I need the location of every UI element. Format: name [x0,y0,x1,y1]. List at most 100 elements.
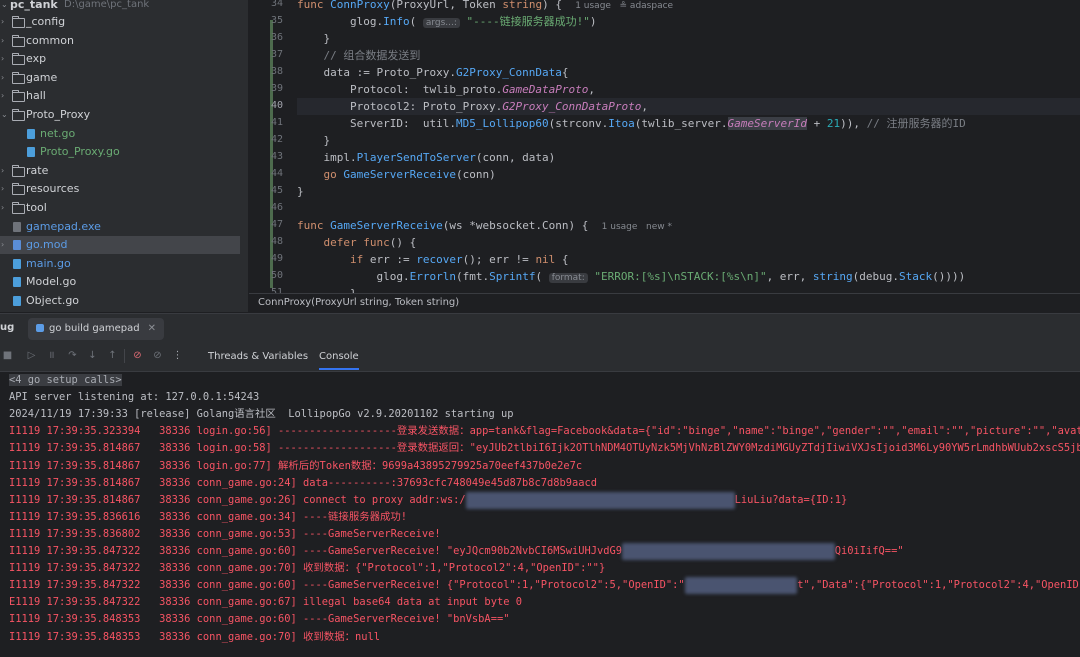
breadcrumb-function[interactable]: ConnProxy(ProxyUrl string, Token string) [258,297,459,308]
tree-item-label: Object.go [26,294,80,307]
code-line[interactable]: func GameServerReceive(ws *websocket.Con… [297,217,672,234]
resume-icon[interactable]: ▷ [26,350,37,361]
console-line: I1119 17:39:35.323394 38336 login.go:56]… [9,425,1080,438]
code-line[interactable]: glog.Errorln(fmt.Sprintf( format: "ERROR… [297,268,965,285]
close-icon[interactable]: ✕ [148,323,156,334]
tree-item-label: tool [26,201,47,214]
code-line[interactable]: data := Proto_Proxy.G2Proxy_ConnData{ [297,64,568,81]
line-number: 38 [270,66,283,77]
code-line[interactable]: impl.PlayerSendToServer(conn, data) [297,149,555,166]
tree-item[interactable]: › rate [0,162,248,180]
mute-breakpoints-icon[interactable]: ⊘ [152,350,163,361]
setup-calls-folding[interactable]: <4 go setup calls> [9,374,122,386]
chevron-right-icon[interactable]: › [1,162,4,180]
go-file-icon [27,128,35,139]
chevron-right-icon[interactable]: › [1,69,4,87]
tree-item-label: Proto_Proxy.go [40,145,120,159]
line-number: 35 [270,15,283,26]
chevron-right-icon[interactable]: › [1,87,4,105]
tree-item-label: common [26,33,74,47]
chevron-right-icon[interactable]: › [1,50,4,68]
console-line: I1119 17:39:35.848353 38336 conn_game.go… [9,613,510,626]
project-name: pc_tank [10,0,58,11]
tree-item-label: _config [26,15,66,28]
folder-icon [12,90,25,103]
console-line: I1119 17:39:35.814867 38336 conn_game.go… [9,476,598,489]
stop-icon[interactable]: ■ [2,350,13,361]
console-output[interactable]: <4 go setup calls> API server listening a… [0,372,1080,657]
chevron-down-icon[interactable]: ⌄ [1,0,8,14]
console-line: I1119 17:39:35.814867 38336 login.go:77]… [9,459,583,472]
tab-console[interactable]: Console [319,343,359,370]
code-line[interactable]: ServerID: util.MD5_Lollipop60(strconv.It… [297,115,966,132]
tree-item[interactable]: › game [0,69,248,87]
tree-item[interactable]: gamepad.exe [0,218,248,236]
tree-item[interactable]: Proto_Proxy.go [0,143,248,161]
tab-threads-variables[interactable]: Threads & Variables [208,343,308,370]
code-line[interactable]: if err := recover(); err != nil { [297,251,569,268]
line-number: 39 [270,83,283,94]
go-icon [36,324,44,332]
chevron-right-icon[interactable]: › [1,199,4,217]
code-line[interactable]: } [297,285,357,293]
code-line[interactable]: } [297,183,304,200]
code-line[interactable]: glog.Info( args...: "----链接服务器成功!") [297,13,597,30]
debug-tool-window-header: ug go build gamepad ✕ [0,313,1080,344]
chevron-right-icon[interactable]: › [1,13,4,31]
chevron-right-icon[interactable]: › [1,32,4,50]
chevron-right-icon[interactable]: › [1,180,4,198]
tree-item[interactable]: › go.mod [0,236,240,255]
tree-item[interactable]: › exp [0,50,248,68]
line-number: 46 [270,202,283,213]
code-editor[interactable]: 34 func ConnProxy(ProxyUrl, Token string)… [249,0,1080,293]
folder-icon [12,183,25,196]
line-number: 49 [270,253,283,264]
project-path: D:\game\pc_tank [64,0,150,10]
go-file-icon [13,296,21,306]
step-over-icon[interactable]: ↷ [67,350,78,361]
tree-item[interactable]: net.go [0,125,248,143]
tree-item[interactable]: › resources [0,180,248,198]
tree-item-label: Model.go [26,275,77,289]
tree-item-label: rate [26,163,49,177]
view-breakpoints-icon[interactable]: ⊘ [132,350,143,361]
run-config-tab[interactable]: go build gamepad ✕ [28,318,164,340]
line-number: 42 [270,134,283,145]
tree-item[interactable]: Model.go [0,273,248,291]
line-number: 44 [270,168,283,179]
tree-item-label: Proto_Proxy [26,108,91,121]
debug-toolbar: ■ ▷ ॥ ↷ ↓ ↑ ⊘ ⊘ ⋮ Threads & Variables Co… [0,343,1080,372]
chevron-down-icon[interactable]: ⌄ [1,106,8,124]
chevron-right-icon[interactable]: › [1,236,4,254]
tree-item[interactable]: › _config [0,13,248,31]
breadcrumb[interactable]: ConnProxy(ProxyUrl string, Token string) [249,293,1080,312]
redacted-text: xxxxxxxxxxxxxxxxxx [684,577,798,595]
code-line[interactable]: func ConnProxy(ProxyUrl, Token string) {… [297,0,673,13]
step-out-icon[interactable]: ↑ [107,350,118,361]
folder-icon [12,202,25,214]
code-line[interactable]: Protocol2: Proto_Proxy.G2Proxy_ConnDataP… [297,98,1080,115]
line-number: 43 [270,151,283,162]
code-line[interactable]: defer func() { [297,234,417,251]
tree-item[interactable]: › common [0,32,248,50]
code-line[interactable]: go GameServerReceive(conn) [297,166,496,183]
pause-icon[interactable]: ॥ [46,350,57,361]
folder-icon [12,53,25,66]
step-into-icon[interactable]: ↓ [87,350,98,361]
project-root[interactable]: ⌄ pc_tank D:\game\pc_tank [0,0,248,14]
code-line[interactable]: } [297,132,330,149]
tree-item[interactable]: › hall [0,87,248,105]
more-options-icon[interactable]: ⋮ [172,350,183,361]
redacted-text: xxxxxxxxxxxxxxxxxxxxxxxxxxxxxxxxxx [622,543,835,560]
code-line[interactable]: Protocol: twlib_proto.GameDataProto, [297,81,595,98]
console-line: I1119 17:39:35.814867 38336 login.go:58]… [9,442,1080,455]
console-line: I1119 17:39:35.814867 38336 conn_game.go… [9,491,847,509]
tree-item[interactable]: Object.go [0,292,248,310]
code-line[interactable]: // 组合数据发送到 [297,47,421,64]
tree-item[interactable]: › tool [0,199,248,217]
console-line: I1119 17:39:35.836802 38336 conn_game.go… [9,527,441,540]
code-line[interactable]: } [297,30,330,47]
redacted-text: xxxxxxxxxxxxxxxxxxxxxxxxxxxxxxxxxxxxxxxx… [465,491,735,509]
tree-item[interactable]: main.go [0,255,248,273]
tree-item[interactable]: ⌄ Proto_Proxy [0,106,248,124]
